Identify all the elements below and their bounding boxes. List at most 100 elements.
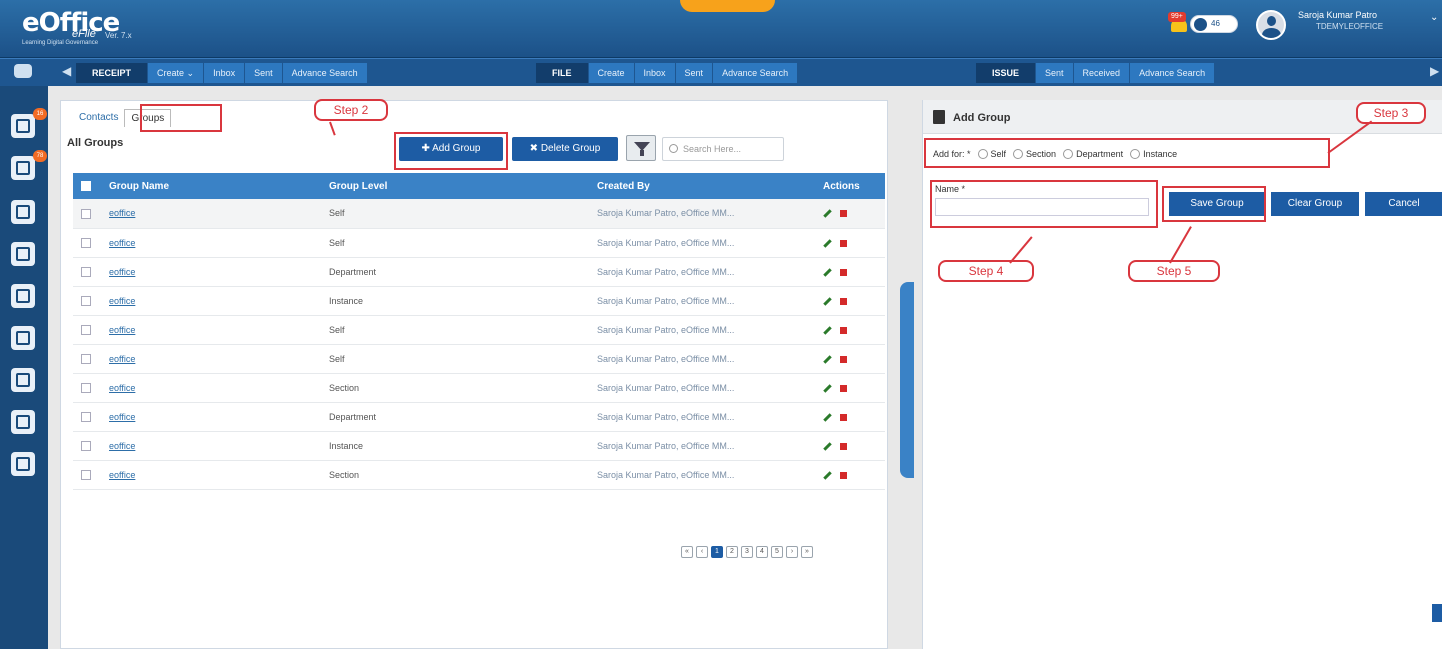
page-4[interactable]: 4 xyxy=(756,546,768,558)
menu-receipt-inbox[interactable]: Inbox xyxy=(203,63,245,83)
status-toggle[interactable]: 46 xyxy=(1190,15,1238,33)
menu-receipt[interactable]: RECEIPT xyxy=(76,63,148,83)
file-transfer-icon[interactable] xyxy=(11,326,35,350)
group-name-link[interactable]: eoffice xyxy=(101,431,321,461)
delete-icon[interactable] xyxy=(840,355,847,363)
delete-group-button[interactable]: ✖ Delete Group xyxy=(512,137,618,161)
page-3[interactable]: 3 xyxy=(741,546,753,558)
filter-button[interactable] xyxy=(626,135,656,161)
select-all-checkbox[interactable] xyxy=(81,180,91,191)
col-group-name[interactable]: Group Name xyxy=(101,173,321,199)
delete-icon[interactable] xyxy=(840,297,847,305)
table-row[interactable]: eoffice Self Saroja Kumar Patro, eOffice M… xyxy=(73,228,885,258)
table-row[interactable]: eoffice Self Saroja Kumar Patro, eOffice M… xyxy=(73,199,885,229)
delete-icon[interactable] xyxy=(840,413,847,421)
page-5[interactable]: 5 xyxy=(771,546,783,558)
menu-file-create[interactable]: Create xyxy=(587,63,634,83)
hamburger-menu-icon[interactable] xyxy=(14,64,32,78)
group-name-link[interactable]: eoffice xyxy=(101,460,321,490)
edit-icon[interactable] xyxy=(823,267,832,277)
edit-icon[interactable] xyxy=(823,354,832,364)
delete-icon[interactable] xyxy=(840,239,847,247)
file-inbox-icon[interactable]: 16 xyxy=(11,108,47,138)
col-created-by[interactable]: Created By xyxy=(589,173,815,199)
table-row[interactable]: eoffice Section Saroja Kumar Patro, eOffic… xyxy=(73,373,885,403)
menu-receipt-create[interactable]: Create ⌄ xyxy=(147,63,204,83)
row-checkbox[interactable] xyxy=(81,324,91,335)
table-row[interactable]: eoffice Department Saroja Kumar Patro, eOf… xyxy=(73,402,885,432)
reports-icon[interactable] xyxy=(11,452,35,476)
page-next[interactable]: › xyxy=(786,546,798,558)
help-icon[interactable] xyxy=(1432,604,1442,622)
row-checkbox[interactable] xyxy=(81,411,91,422)
row-checkbox[interactable] xyxy=(81,469,91,480)
delete-icon[interactable] xyxy=(840,268,847,276)
document-icon[interactable] xyxy=(11,368,35,392)
group-name-link[interactable]: eoffice xyxy=(101,286,321,316)
table-row[interactable]: eoffice Self Saroja Kumar Patro, eOffice M… xyxy=(73,315,885,345)
menu-issue-advance-search[interactable]: Advance Search xyxy=(1129,63,1215,83)
menu-file-sent[interactable]: Sent xyxy=(674,63,713,83)
page-2[interactable]: 2 xyxy=(726,546,738,558)
menu-file-advance-search[interactable]: Advance Search xyxy=(712,63,798,83)
row-checkbox[interactable] xyxy=(81,382,91,393)
tab-contacts[interactable]: Contacts xyxy=(73,109,124,127)
edit-icon[interactable] xyxy=(823,325,832,335)
menu-scroll-right-icon[interactable]: ▶ xyxy=(1430,64,1439,78)
dak-icon[interactable] xyxy=(11,284,35,308)
menu-issue-sent[interactable]: Sent xyxy=(1035,63,1073,83)
col-group-level[interactable]: Group Level xyxy=(321,173,589,199)
delete-icon[interactable] xyxy=(840,210,847,218)
edit-icon[interactable] xyxy=(823,470,832,480)
edit-icon[interactable] xyxy=(823,238,832,248)
search-input[interactable]: Search Here... xyxy=(662,137,784,161)
edit-icon[interactable] xyxy=(823,296,832,306)
edit-icon[interactable] xyxy=(823,412,832,422)
menu-file[interactable]: FILE xyxy=(536,63,588,83)
group-name-link[interactable]: eoffice xyxy=(101,257,321,287)
row-checkbox[interactable] xyxy=(81,440,91,451)
group-name-link[interactable]: eoffice xyxy=(101,402,321,432)
edit-icon[interactable] xyxy=(823,383,832,393)
delete-icon[interactable] xyxy=(840,442,847,450)
delete-icon[interactable] xyxy=(840,471,847,479)
header-center-tab[interactable] xyxy=(680,0,775,12)
group-name-link[interactable]: eoffice xyxy=(101,344,321,374)
page-first[interactable]: « xyxy=(681,546,693,558)
group-name-link[interactable]: eoffice xyxy=(101,228,321,258)
table-row[interactable]: eoffice Department Saroja Kumar Patro, eOf… xyxy=(73,257,885,287)
delete-icon[interactable] xyxy=(840,384,847,392)
menu-receipt-sent[interactable]: Sent xyxy=(244,63,282,83)
menu-scroll-left-icon[interactable]: ◀ xyxy=(62,64,71,78)
menu-issue-received[interactable]: Received xyxy=(1072,63,1130,83)
edit-icon[interactable] xyxy=(823,441,832,451)
user-avatar[interactable] xyxy=(1256,10,1286,40)
group-name-link[interactable]: eoffice xyxy=(101,199,321,229)
page-1[interactable]: 1 xyxy=(711,546,723,558)
table-row[interactable]: eoffice Instance Saroja Kumar Patro, eOffi… xyxy=(73,431,885,461)
panel-collapse-handle[interactable] xyxy=(900,282,914,478)
receipt-inbox-icon[interactable]: 78 xyxy=(11,150,47,180)
user-menu-caret-icon[interactable]: ⌄ xyxy=(1430,12,1438,23)
eoffice-logo[interactable]: eOffice Learning Digital Governance eFil… xyxy=(10,6,260,46)
row-checkbox[interactable] xyxy=(81,237,91,248)
table-row[interactable]: eoffice Self Saroja Kumar Patro, eOffice M… xyxy=(73,344,885,374)
menu-issue[interactable]: ISSUE xyxy=(976,63,1036,83)
edit-icon[interactable] xyxy=(823,209,832,219)
group-name-link[interactable]: eoffice xyxy=(101,373,321,403)
notification-bell-icon[interactable]: 99+ xyxy=(1168,12,1190,36)
cancel-button[interactable]: Cancel xyxy=(1365,192,1442,216)
row-checkbox[interactable] xyxy=(81,295,91,306)
clear-group-button[interactable]: Clear Group xyxy=(1271,192,1359,216)
page-prev[interactable]: ‹ xyxy=(696,546,708,558)
table-row[interactable]: eoffice Section Saroja Kumar Patro, eOffic… xyxy=(73,460,885,490)
menu-file-inbox[interactable]: Inbox xyxy=(633,63,675,83)
user-settings-icon[interactable] xyxy=(11,410,35,434)
delete-icon[interactable] xyxy=(840,326,847,334)
select-all-cell[interactable] xyxy=(73,173,101,199)
page-last[interactable]: » xyxy=(801,546,813,558)
mail-icon[interactable] xyxy=(11,200,35,224)
table-row[interactable]: eoffice Instance Saroja Kumar Patro, eOffi… xyxy=(73,286,885,316)
menu-receipt-advance-search[interactable]: Advance Search xyxy=(281,63,367,83)
group-name-link[interactable]: eoffice xyxy=(101,315,321,345)
